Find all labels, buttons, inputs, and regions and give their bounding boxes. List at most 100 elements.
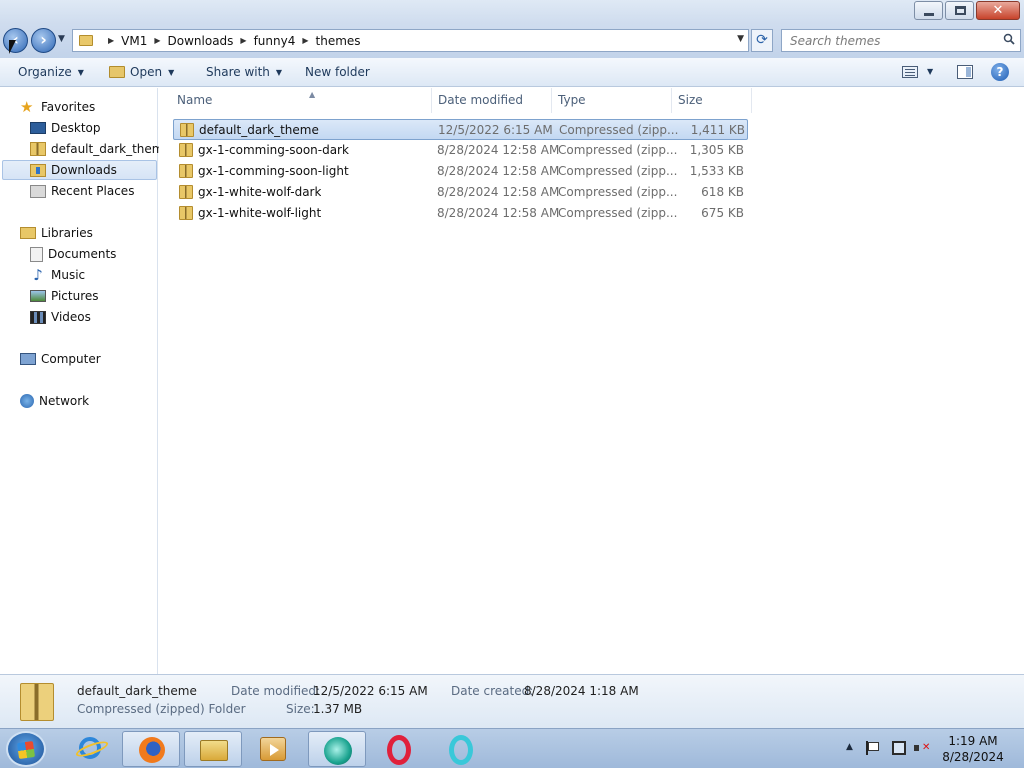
file-name: gx-1-white-wolf-light [198, 206, 322, 220]
recent-places-icon [30, 184, 46, 198]
search-icon[interactable] [1003, 33, 1015, 45]
new-folder-label: New folder [305, 65, 370, 79]
taskbar-opera[interactable] [370, 731, 428, 767]
file-row[interactable]: gx-1-white-wolf-light 8/28/2024 12:58 AM… [173, 203, 748, 224]
organize-button[interactable]: Organize ▼ [18, 65, 84, 79]
music-icon: ♪ [33, 266, 43, 284]
breadcrumb-downloads[interactable]: Downloads [168, 34, 234, 48]
libraries-icon [20, 227, 36, 239]
column-header-name-label: Name [177, 93, 213, 107]
nav-computer-label: Computer [41, 352, 101, 366]
computer-icon [20, 353, 36, 365]
videos-icon [30, 310, 46, 324]
file-row[interactable]: gx-1-comming-soon-light 8/28/2024 12:58 … [173, 161, 748, 182]
opera-gx-icon [449, 735, 473, 765]
refresh-button[interactable]: ⟳ [751, 29, 773, 52]
taskbar-windows-explorer[interactable] [184, 731, 242, 767]
nav-default-dark-theme[interactable]: default_dark_theme [30, 139, 171, 159]
file-name: default_dark_theme [199, 123, 319, 137]
app-icon [324, 737, 352, 765]
chevron-down-icon: ▼ [168, 67, 175, 77]
nav-desktop[interactable]: Desktop [30, 118, 101, 138]
nav-libraries-label: Libraries [41, 226, 93, 240]
zip-folder-icon [179, 206, 193, 220]
breadcrumb-funny4[interactable]: funny4 [254, 34, 296, 48]
window-controls: ✕ [912, 1, 1020, 20]
nav-videos[interactable]: Videos [30, 307, 91, 327]
taskbar-firefox[interactable] [122, 731, 180, 767]
taskbar-internet-explorer[interactable] [60, 731, 118, 767]
nav-network[interactable]: Network [20, 391, 89, 411]
taskbar-app[interactable] [308, 731, 366, 767]
nav-recent-places[interactable]: Recent Places [30, 181, 134, 201]
address-bar[interactable]: ▶ VM1 ▶ Downloads ▶ funny4 ▶ themes ▼ [72, 29, 749, 52]
address-dropdown-icon[interactable]: ▼ [737, 34, 744, 44]
start-button[interactable] [6, 731, 46, 767]
close-button[interactable]: ✕ [976, 1, 1020, 20]
chevron-right-icon[interactable]: ▶ [108, 36, 114, 45]
nav-music[interactable]: ♪ Music [30, 265, 85, 285]
file-date-modified: 8/28/2024 12:58 AM [437, 164, 560, 178]
share-with-button[interactable]: Share with ▼ [206, 65, 282, 79]
file-type: Compressed (zipp... [558, 185, 678, 199]
file-size: 618 KB [701, 185, 744, 199]
file-size: 1,533 KB [689, 164, 744, 178]
address-row: ‹ › ▼ ▶ VM1 ▶ Downloads ▶ funny4 ▶ theme… [0, 24, 1024, 58]
recent-pages-dropdown[interactable]: ▼ [58, 34, 65, 44]
help-icon[interactable]: ? [991, 63, 1009, 81]
details-date-modified-label: Date modified: [231, 684, 321, 698]
nav-downloads[interactable]: Downloads [2, 160, 157, 180]
volume-muted-icon[interactable] [914, 741, 930, 756]
media-player-icon [260, 737, 286, 761]
pictures-icon [30, 290, 46, 302]
chevron-right-icon[interactable]: ▶ [154, 36, 160, 45]
column-header-name[interactable]: ▲ Name [171, 88, 432, 113]
zip-folder-icon [20, 683, 54, 721]
nav-default-dark-theme-label: default_dark_theme [51, 142, 171, 156]
zip-folder-icon [180, 123, 194, 137]
taskbar-media-player[interactable] [244, 731, 302, 767]
column-header-size-label: Size [678, 93, 703, 107]
search-input[interactable]: Search themes [781, 29, 1021, 52]
chevron-right-icon[interactable]: ▶ [240, 36, 246, 45]
file-list: ▲ Name Date modified Type Size default_d… [159, 88, 1024, 674]
maximize-button[interactable] [945, 1, 974, 20]
file-row[interactable]: default_dark_theme 12/5/2022 6:15 AM Com… [173, 119, 748, 140]
details-size: 1.37 MB [313, 702, 363, 716]
command-bar: Organize ▼ Open ▼ Share with ▼ New folder ▼… [0, 58, 1024, 87]
clock-date: 8/28/2024 [942, 750, 1004, 764]
column-header-size[interactable]: Size [672, 88, 752, 113]
nav-computer[interactable]: Computer [20, 349, 101, 369]
preview-pane-icon[interactable] [957, 65, 973, 79]
views-icon[interactable] [902, 66, 918, 78]
nav-favorites[interactable]: ★ Favorites [20, 97, 95, 117]
maximize-icon [955, 6, 966, 15]
breadcrumb-themes[interactable]: themes [316, 34, 361, 48]
internet-explorer-icon [79, 737, 101, 759]
chevron-right-icon[interactable]: ▶ [302, 36, 308, 45]
taskbar-opera-gx[interactable] [432, 731, 490, 767]
documents-icon [30, 246, 43, 262]
column-header-date-modified[interactable]: Date modified [432, 88, 552, 113]
nav-desktop-label: Desktop [51, 121, 101, 135]
new-folder-button[interactable]: New folder [305, 65, 370, 79]
nav-pictures[interactable]: Pictures [30, 286, 99, 306]
breadcrumb-vm1[interactable]: VM1 [121, 34, 147, 48]
star-icon: ★ [20, 98, 34, 116]
minimize-button[interactable] [914, 1, 943, 20]
file-row[interactable]: gx-1-comming-soon-dark 8/28/2024 12:58 A… [173, 140, 748, 161]
network-tray-icon[interactable] [892, 741, 906, 755]
forward-button[interactable]: › [31, 28, 56, 53]
chevron-down-icon: ▼ [77, 67, 84, 77]
system-clock[interactable]: 1:19 AM 8/28/2024 [940, 733, 1006, 765]
action-center-flag-icon[interactable] [866, 741, 879, 755]
nav-documents[interactable]: Documents [30, 244, 116, 264]
show-hidden-icons-button[interactable]: ▲ [846, 742, 853, 752]
file-type: Compressed (zipp... [559, 123, 679, 137]
file-row[interactable]: gx-1-white-wolf-dark 8/28/2024 12:58 AM … [173, 182, 748, 203]
open-button[interactable]: Open ▼ [109, 65, 174, 79]
views-dropdown-icon[interactable]: ▼ [927, 67, 933, 76]
zip-folder-icon [30, 142, 46, 156]
nav-libraries[interactable]: Libraries [20, 223, 93, 243]
column-header-type[interactable]: Type [552, 88, 672, 113]
